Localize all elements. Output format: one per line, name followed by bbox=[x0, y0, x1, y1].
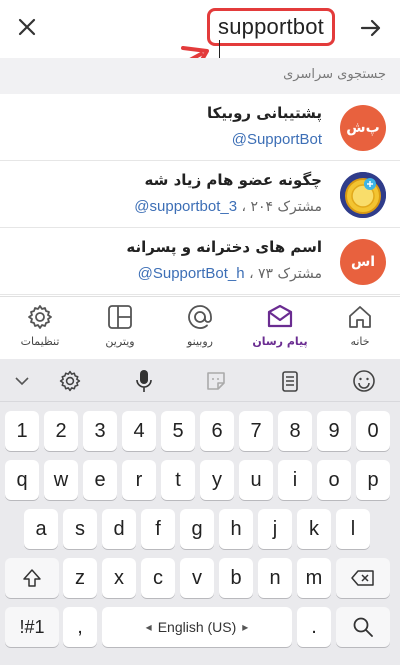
shift-arrow-icon bbox=[23, 569, 41, 587]
key-q[interactable]: q bbox=[5, 460, 39, 500]
gear-icon[interactable] bbox=[56, 367, 84, 395]
key-n[interactable]: n bbox=[258, 558, 292, 598]
backspace-icon bbox=[351, 570, 374, 586]
nav-label: تنظیمات bbox=[20, 335, 60, 348]
nav-item-rubino[interactable]: روبینو bbox=[160, 297, 240, 359]
bottom-navigation: تنظیمات ویترین روبینو پیام رسان خانه bbox=[0, 296, 400, 359]
avatar bbox=[340, 172, 386, 218]
key-m[interactable]: m bbox=[297, 558, 331, 598]
key-x[interactable]: x bbox=[102, 558, 136, 598]
backspace-key[interactable] bbox=[336, 558, 390, 598]
result-meta: مشترک ۷۳ ، bbox=[249, 266, 322, 282]
nav-label: ویترین bbox=[105, 335, 135, 348]
search-result-item[interactable]: پ‌ش پشتیبانی روبیکا @SupportBot bbox=[0, 94, 400, 161]
nav-label: روبینو bbox=[186, 335, 213, 348]
key-i[interactable]: i bbox=[278, 460, 312, 500]
nav-item-showcase[interactable]: ویترین bbox=[80, 297, 160, 359]
key-r[interactable]: r bbox=[122, 460, 156, 500]
key-d[interactable]: d bbox=[102, 509, 136, 549]
result-subtitle: @supportbot_3 مشترک ۲۰۴ ، bbox=[134, 198, 322, 215]
avatar: اس bbox=[340, 239, 386, 285]
result-subtitle: @SupportBot_h مشترک ۷۳ ، bbox=[138, 265, 322, 282]
key-y[interactable]: y bbox=[200, 460, 234, 500]
comma-key[interactable]: , bbox=[63, 607, 97, 647]
at-icon bbox=[188, 305, 212, 329]
result-title: چگونه عضو هام زیاد شه bbox=[144, 171, 322, 189]
key-8[interactable]: 8 bbox=[278, 411, 312, 451]
key-u[interactable]: u bbox=[239, 460, 273, 500]
key-v[interactable]: v bbox=[180, 558, 214, 598]
key-o[interactable]: o bbox=[317, 460, 351, 500]
language-next-icon: ▸ bbox=[242, 620, 249, 634]
layout-icon bbox=[108, 305, 132, 329]
nav-label: خانه bbox=[350, 335, 370, 348]
result-meta: مشترک ۲۰۴ ، bbox=[241, 199, 322, 215]
result-subtitle: @SupportBot bbox=[232, 131, 322, 148]
mail-icon bbox=[267, 304, 293, 328]
section-title: جستجوی سراسری bbox=[283, 67, 386, 82]
search-result-item[interactable]: اس اسم های دخترانه و پسرانه @SupportBot_… bbox=[0, 228, 400, 295]
nav-item-settings[interactable]: تنظیمات bbox=[0, 297, 80, 359]
key-e[interactable]: e bbox=[83, 460, 117, 500]
result-title: پشتیبانی روبیکا bbox=[207, 104, 322, 122]
key-1[interactable]: 1 bbox=[5, 411, 39, 451]
close-icon[interactable] bbox=[12, 12, 42, 42]
key-h[interactable]: h bbox=[219, 509, 253, 549]
key-l[interactable]: l bbox=[336, 509, 370, 549]
key-f[interactable]: f bbox=[141, 509, 175, 549]
key-w[interactable]: w bbox=[44, 460, 78, 500]
key-a[interactable]: a bbox=[24, 509, 58, 549]
key-t[interactable]: t bbox=[161, 460, 195, 500]
coin-avatar-icon bbox=[340, 172, 386, 218]
key-g[interactable]: g bbox=[180, 509, 214, 549]
nav-item-home[interactable]: خانه bbox=[320, 297, 400, 359]
search-input[interactable]: supportbot bbox=[207, 8, 335, 62]
search-icon bbox=[353, 617, 373, 637]
result-handle: @SupportBot_h bbox=[137, 265, 245, 282]
key-0[interactable]: 0 bbox=[356, 411, 390, 451]
language-prev-icon: ◂ bbox=[145, 620, 152, 634]
chevron-down-icon[interactable] bbox=[8, 367, 36, 395]
keyboard-toolbar bbox=[0, 359, 400, 402]
key-p[interactable]: p bbox=[356, 460, 390, 500]
nav-item-messenger[interactable]: پیام رسان bbox=[240, 297, 320, 359]
search-result-item[interactable]: چگونه عضو هام زیاد شه @supportbot_3 مشتر… bbox=[0, 161, 400, 228]
result-handle: @SupportBot bbox=[231, 131, 322, 148]
shift-key[interactable] bbox=[5, 558, 59, 598]
key-6[interactable]: 6 bbox=[200, 411, 234, 451]
key-s[interactable]: s bbox=[63, 509, 97, 549]
key-c[interactable]: c bbox=[141, 558, 175, 598]
gear-icon bbox=[28, 305, 52, 329]
key-5[interactable]: 5 bbox=[161, 411, 195, 451]
arrow-right-icon[interactable] bbox=[357, 13, 385, 43]
result-title: اسم های دخترانه و پسرانه bbox=[126, 238, 322, 256]
section-header: جستجوی سراسری bbox=[0, 58, 400, 94]
key-j[interactable]: j bbox=[258, 509, 292, 549]
period-key[interactable]: . bbox=[297, 607, 331, 647]
key-b[interactable]: b bbox=[219, 558, 253, 598]
clipboard-icon[interactable] bbox=[276, 367, 304, 395]
home-icon bbox=[349, 306, 371, 328]
emoji-icon[interactable] bbox=[350, 367, 378, 395]
search-input-value: supportbot bbox=[218, 14, 324, 39]
key-k[interactable]: k bbox=[297, 509, 331, 549]
space-bar[interactable]: ◂ English (US) ▸ bbox=[102, 607, 292, 647]
search-key[interactable] bbox=[336, 607, 390, 647]
key-2[interactable]: 2 bbox=[44, 411, 78, 451]
symbols-key[interactable]: !#1 bbox=[5, 607, 59, 647]
key-7[interactable]: 7 bbox=[239, 411, 273, 451]
key-4[interactable]: 4 bbox=[122, 411, 156, 451]
avatar: پ‌ش bbox=[340, 105, 386, 151]
result-handle: @supportbot_3 bbox=[134, 198, 238, 215]
microphone-icon[interactable] bbox=[130, 367, 158, 395]
on-screen-keyboard: 1 2 3 4 5 6 7 8 9 0 q w e r t y u i o p … bbox=[0, 359, 400, 665]
key-9[interactable]: 9 bbox=[317, 411, 351, 451]
nav-label: پیام رسان bbox=[252, 335, 308, 348]
key-3[interactable]: 3 bbox=[83, 411, 117, 451]
space-bar-label: English (US) bbox=[157, 619, 237, 635]
sticker-icon[interactable] bbox=[202, 367, 230, 395]
key-z[interactable]: z bbox=[63, 558, 97, 598]
